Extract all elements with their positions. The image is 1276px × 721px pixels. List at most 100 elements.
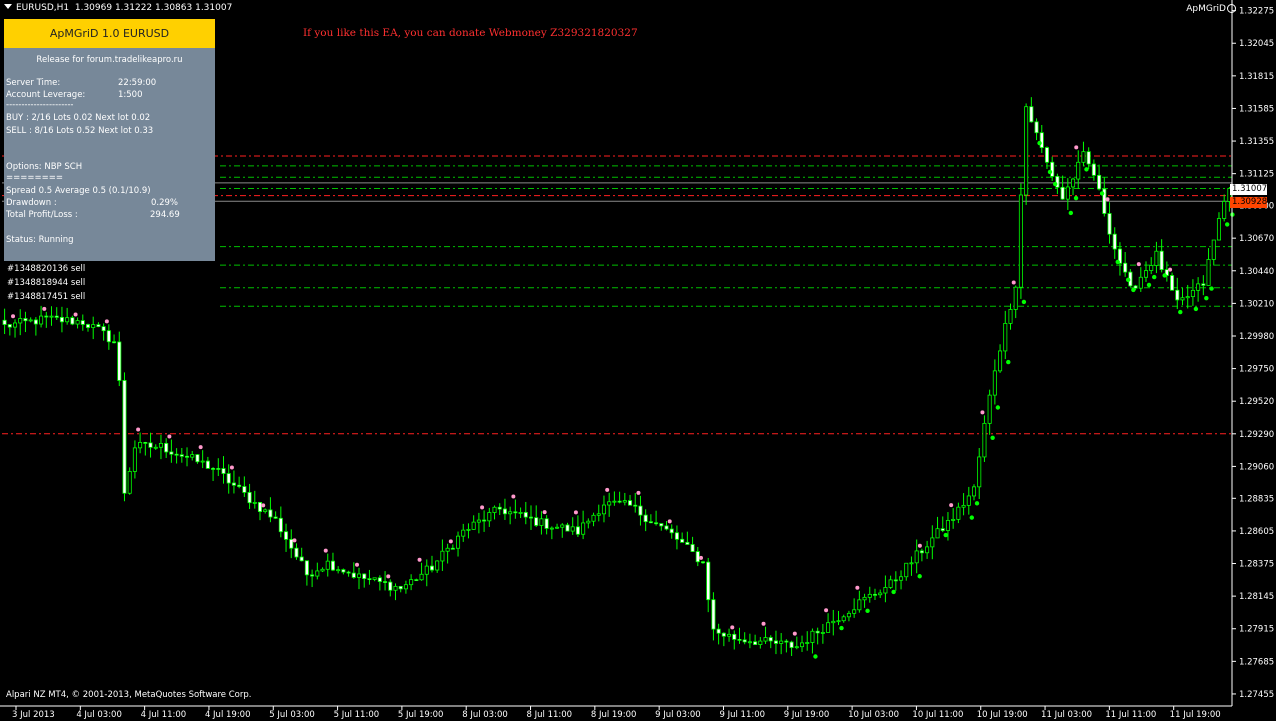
order-label[interactable]: #1348818944 sell bbox=[7, 278, 85, 288]
ask-price-tag: 1.30928 bbox=[1230, 196, 1268, 208]
candle-body bbox=[904, 562, 909, 578]
candle-body bbox=[1170, 275, 1175, 291]
trade-marker bbox=[1209, 286, 1214, 291]
candle-body bbox=[190, 454, 195, 458]
time-tick-label: 5 Jul 11:00 bbox=[334, 710, 380, 720]
candle-body bbox=[1076, 161, 1081, 180]
candle-body bbox=[633, 504, 638, 507]
candle-body bbox=[476, 519, 481, 523]
candle-body bbox=[70, 317, 75, 325]
candle-body bbox=[1196, 283, 1201, 291]
candle-body bbox=[888, 579, 893, 588]
chart-menu-icon[interactable] bbox=[4, 4, 12, 9]
order-label[interactable]: #1348817451 sell bbox=[7, 292, 85, 302]
candle-body bbox=[789, 641, 794, 648]
candle-body bbox=[179, 454, 184, 457]
time-tick-label: 5 Jul 03:00 bbox=[269, 710, 315, 720]
candle-body bbox=[450, 547, 455, 550]
candle-body bbox=[872, 593, 878, 596]
candle-body bbox=[1050, 161, 1055, 177]
trade-marker bbox=[104, 319, 109, 324]
candle-body bbox=[805, 642, 810, 644]
candle-body bbox=[216, 468, 221, 470]
trade-marker bbox=[1011, 280, 1016, 285]
trade-marker bbox=[980, 410, 985, 415]
candle-body bbox=[18, 318, 23, 324]
candle-body bbox=[1180, 297, 1185, 301]
candle-body bbox=[13, 322, 18, 328]
candle-body bbox=[195, 454, 200, 463]
order-label[interactable]: #1348820136 sell bbox=[7, 264, 85, 274]
candle-body bbox=[956, 506, 961, 520]
candle-body bbox=[951, 518, 956, 521]
candle-body bbox=[674, 532, 679, 540]
trade-marker bbox=[198, 445, 203, 450]
candle-body bbox=[1039, 132, 1044, 148]
time-tick-label: 8 Jul 19:00 bbox=[591, 710, 637, 720]
candle-body bbox=[560, 524, 565, 528]
candle-body bbox=[127, 471, 132, 494]
time-tick-label: 9 Jul 03:00 bbox=[655, 710, 701, 720]
candle-body bbox=[122, 380, 127, 494]
candle-body bbox=[492, 506, 497, 513]
candle-body bbox=[377, 577, 382, 582]
candle-body bbox=[1008, 309, 1013, 324]
trade-marker bbox=[542, 510, 547, 515]
candle-body bbox=[101, 326, 106, 332]
trade-marker bbox=[698, 555, 703, 560]
candle-body bbox=[622, 500, 627, 503]
price-tick-label: 1.28375 bbox=[1239, 560, 1274, 570]
candle-body bbox=[945, 520, 950, 531]
trade-marker bbox=[386, 574, 391, 579]
candle-body bbox=[607, 501, 612, 506]
candle-body bbox=[643, 514, 648, 523]
candle-body bbox=[685, 541, 690, 545]
chart-window[interactable]: 1.32275 1.32045 1.31815 1.31585 1.31355 1.311… bbox=[0, 0, 1276, 721]
candle-body bbox=[429, 565, 434, 571]
candle-body bbox=[440, 550, 445, 562]
candle-body bbox=[7, 324, 12, 328]
candle-body bbox=[310, 574, 315, 577]
candle-body bbox=[28, 319, 33, 322]
candle-body bbox=[54, 315, 59, 318]
profit-value: 294.69 bbox=[150, 210, 180, 220]
release-text: Release for forum.tradelikeapro.ru bbox=[36, 55, 183, 65]
candle-body bbox=[299, 556, 304, 562]
candle-body bbox=[768, 637, 773, 642]
trade-marker bbox=[1068, 210, 1074, 216]
candle-body bbox=[362, 573, 367, 580]
trade-marker bbox=[1006, 359, 1011, 365]
candle-body bbox=[23, 318, 28, 322]
candle-body bbox=[1175, 289, 1180, 301]
candle-body bbox=[596, 513, 601, 516]
candle-body bbox=[716, 628, 721, 634]
donate-message: If you like this EA, you can donate Webm… bbox=[303, 27, 638, 39]
candle-body bbox=[581, 522, 586, 535]
candle-body bbox=[779, 640, 784, 644]
smiley-icon[interactable] bbox=[1227, 4, 1236, 13]
buy-summary: BUY : 2/16 Lots 0.02 Next lot 0.02 bbox=[6, 113, 151, 123]
time-tick-label: 4 Jul 19:00 bbox=[205, 710, 251, 720]
candle-body bbox=[1024, 106, 1029, 196]
price-tick-label: 1.27915 bbox=[1239, 625, 1274, 635]
candle-body bbox=[513, 511, 518, 514]
trade-marker bbox=[73, 312, 78, 317]
drawdown-label: Drawdown : bbox=[6, 198, 57, 208]
trade-marker bbox=[1074, 145, 1079, 150]
candle-body bbox=[867, 593, 872, 598]
candle-body bbox=[85, 324, 91, 328]
time-tick-label: 10 Jul 11:00 bbox=[912, 710, 963, 720]
panel-separator-2: ======== bbox=[6, 173, 63, 183]
candle-body bbox=[721, 632, 726, 637]
price-tick-label: 1.28605 bbox=[1239, 527, 1274, 537]
trade-marker bbox=[1146, 282, 1152, 288]
candle-body bbox=[1003, 322, 1008, 352]
candle-body bbox=[638, 505, 643, 516]
candle-body bbox=[174, 453, 179, 456]
trade-marker bbox=[1224, 222, 1230, 227]
candle-body bbox=[982, 422, 987, 458]
candle-body bbox=[59, 317, 64, 323]
candle-body bbox=[815, 630, 820, 634]
candle-body bbox=[1216, 218, 1221, 241]
candle-body bbox=[1159, 250, 1164, 271]
